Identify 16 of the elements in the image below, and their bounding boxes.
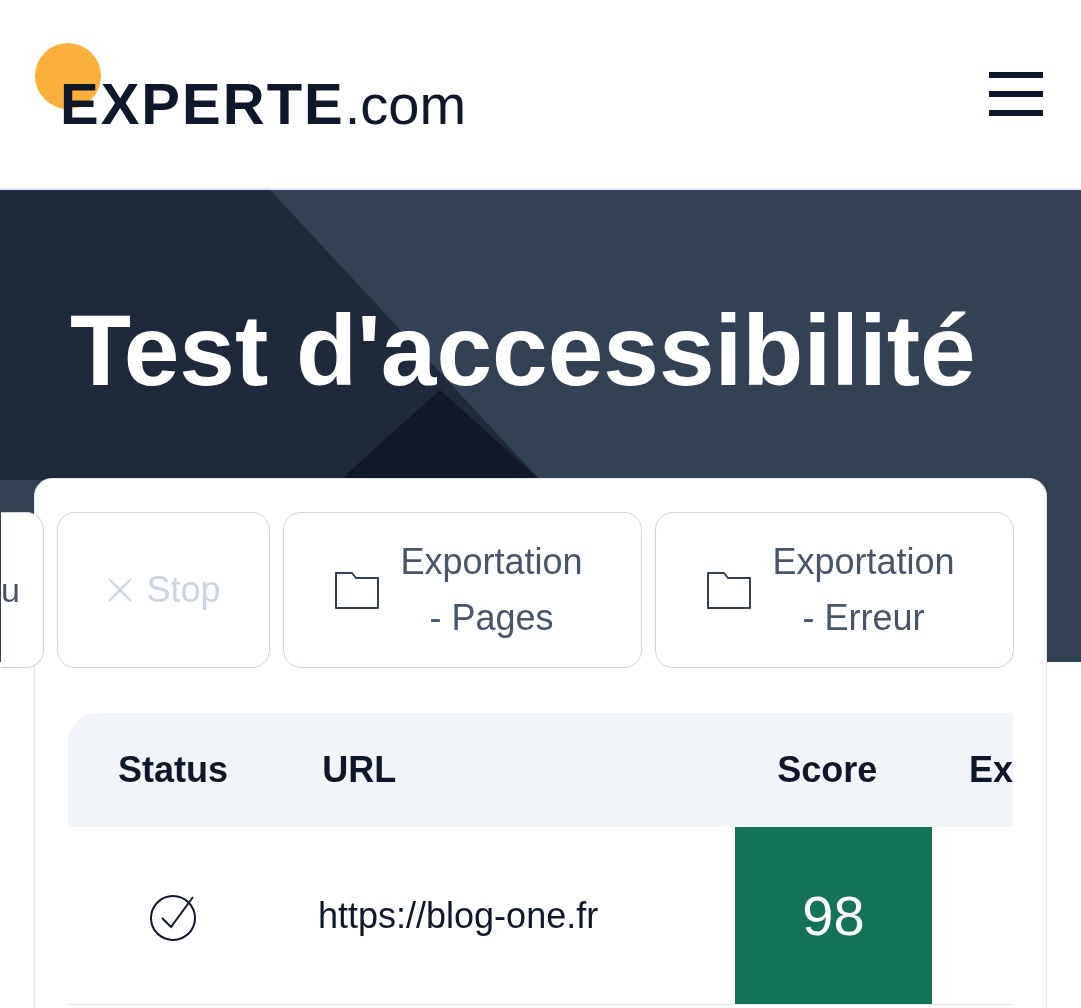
score-cell: 98 (735, 827, 932, 1004)
column-header: URL (321, 748, 398, 792)
folder-icon (705, 570, 752, 610)
column-header: Ex (967, 748, 1013, 792)
logo-text: EXPERTE (60, 75, 345, 133)
page-title: Test d'accessibilité (70, 300, 976, 400)
url-cell-text: https://blog-one.fr (317, 893, 600, 938)
action-button[interactable]: u (1, 512, 44, 668)
action-button[interactable]: Exportation - Erreur (655, 512, 1014, 668)
action-button[interactable]: Exportation - Pages (283, 512, 642, 668)
folder-icon (333, 570, 380, 610)
logo-suffix: .com (344, 77, 467, 133)
column-header: Score (776, 748, 879, 792)
close-icon (106, 576, 135, 604)
menu-icon[interactable] (989, 72, 1043, 116)
column-header: Status (117, 748, 230, 792)
